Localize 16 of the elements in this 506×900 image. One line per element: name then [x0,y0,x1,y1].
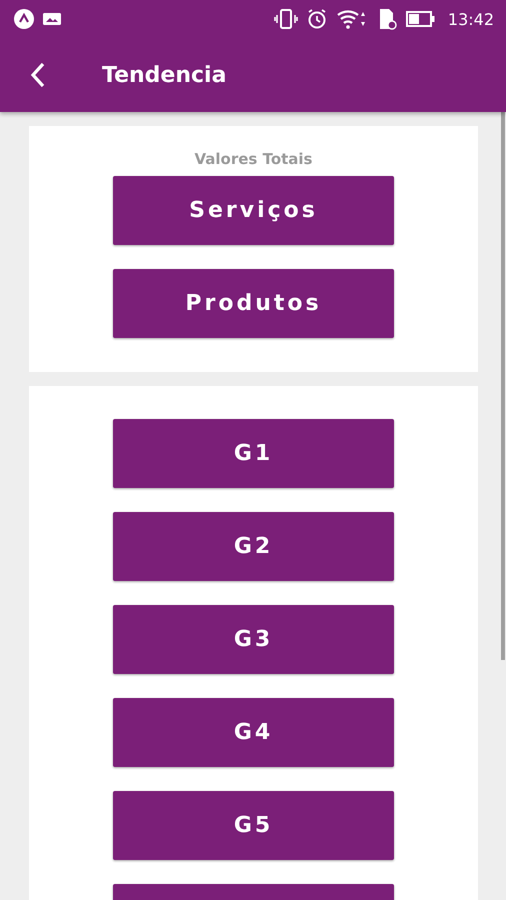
card-heading: Valores Totais [194,150,312,168]
screen-title: Tendencia [102,62,226,88]
vibrate-icon [274,8,298,30]
group-button[interactable]: G3 [113,605,394,674]
group-button[interactable]: G1 [113,419,394,488]
status-time: 13:42 [448,10,494,28]
category-button[interactable]: Produtos [113,269,394,338]
category-button[interactable]: Serviços [113,176,394,245]
alarm-icon [306,8,328,30]
group-button[interactable]: G2 [113,512,394,581]
app-logo-icon [14,9,34,29]
group-button[interactable]: G4 [113,698,394,767]
wifi-icon [336,9,368,29]
battery-icon [406,10,436,28]
image-icon [42,11,62,27]
group-button[interactable]: G5 [113,791,394,860]
